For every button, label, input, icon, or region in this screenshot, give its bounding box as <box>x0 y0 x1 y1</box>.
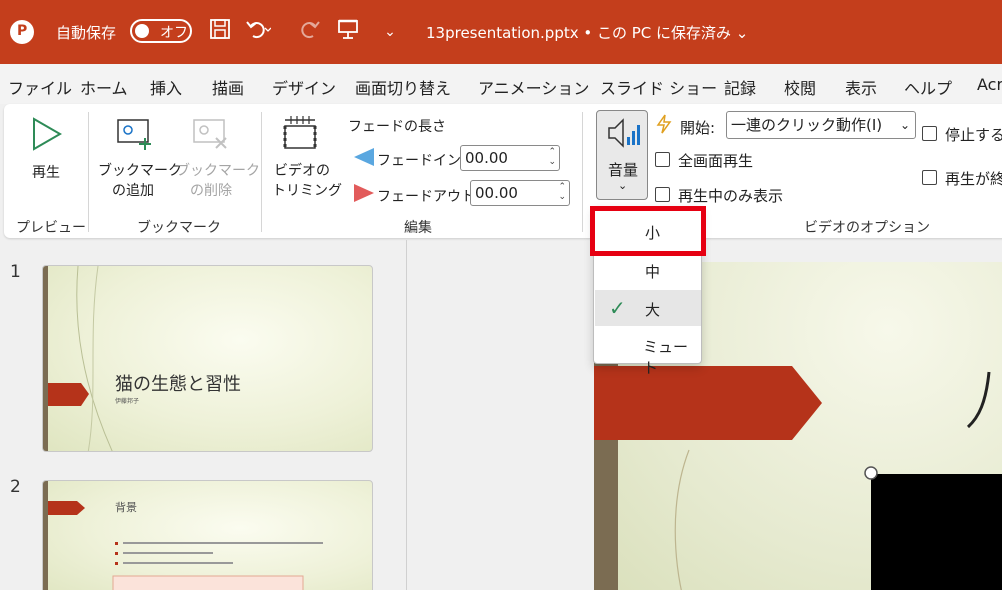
remove-bookmark-icon[interactable] <box>192 118 232 156</box>
tab-animations[interactable]: アニメーション <box>478 75 589 99</box>
fade-in-value: 00.00 <box>465 149 508 167</box>
slide-1-subtitle: 伊藤邦子 <box>115 398 140 405</box>
tab-help[interactable]: ヘルプ <box>904 75 952 99</box>
add-bookmark-label-2[interactable]: の追加 <box>112 180 154 200</box>
fullscreen-checkbox[interactable] <box>655 152 670 167</box>
group-label-video-options: ビデオのオプション <box>804 220 930 236</box>
add-bookmark-icon[interactable] <box>116 118 156 156</box>
slide-decoration <box>48 266 113 451</box>
slide-thumbnail-1[interactable]: 猫の生態と習性 伊藤邦子 <box>42 265 373 452</box>
slide-number: 2 <box>10 477 21 497</box>
volume-icon <box>607 117 641 153</box>
slide-thumbnail-2[interactable]: 背景 <box>42 480 373 590</box>
trim-video-label-1[interactable]: ビデオの <box>274 160 330 180</box>
separator <box>261 112 262 232</box>
fade-out-spinner-icon[interactable]: ⌃ ⌄ <box>558 182 566 202</box>
fade-out-icon <box>354 184 374 206</box>
start-slideshow-icon[interactable] <box>334 18 362 46</box>
save-icon[interactable] <box>206 18 234 46</box>
tab-home[interactable]: ホーム <box>80 75 128 99</box>
option-label: 中 <box>645 263 661 281</box>
group-label-bookmark: ブックマーク <box>137 220 221 236</box>
hide-not-playing-label: 再生中のみ表示 <box>678 187 784 205</box>
add-bookmark-label-1[interactable]: ブックマーク <box>98 160 182 180</box>
chevron-down-icon: ⌄ <box>899 118 910 132</box>
title-bar: 自動保存 オフ ⌄ 13presentation.pptx • この PC に保… <box>0 0 1002 64</box>
redo-icon[interactable] <box>296 18 324 46</box>
start-select-value: 一連のクリック動作(I) <box>731 116 883 134</box>
checkmark-icon: ✓ <box>609 296 626 320</box>
separator <box>582 112 583 232</box>
start-select[interactable]: 一連のクリック動作(I) ⌄ <box>726 111 916 139</box>
stop-label: 停止する <box>945 126 1002 144</box>
document-title[interactable]: 13presentation.pptx • この PC に保存済み ⌄ <box>426 22 748 43</box>
highlight-annotation-box <box>590 206 706 256</box>
slide-decoration <box>48 501 323 590</box>
powerpoint-logo-icon <box>10 20 34 44</box>
hide-not-playing-checkbox[interactable] <box>655 187 670 202</box>
chevron-down-icon: ⌄ <box>618 179 628 192</box>
trim-video-icon[interactable] <box>282 112 318 156</box>
remove-bookmark-label-1[interactable]: ブックマーク <box>176 160 260 180</box>
toggle-text: オフ <box>160 25 188 41</box>
group-label-preview: プレビュー <box>16 220 86 236</box>
ribbon-tabs: ファイル ホーム 挿入 描画 デザイン 画面切り替え アニメーション スライド … <box>0 64 1002 104</box>
tab-design[interactable]: デザイン <box>272 75 336 99</box>
lightning-icon <box>655 114 673 138</box>
stop-checkbox[interactable] <box>922 126 937 141</box>
fade-duration-title: フェードの長さ <box>348 119 446 135</box>
fade-in-icon <box>354 148 374 170</box>
fade-in-spinner-icon[interactable]: ⌃ ⌄ <box>548 147 556 167</box>
autosave-label: 自動保存 <box>56 24 117 42</box>
trim-video-label-2[interactable]: トリミング <box>272 180 342 200</box>
fade-out-label: フェードアウト: <box>377 189 480 205</box>
fade-in-label: フェードイン: <box>377 153 466 169</box>
toggle-knob <box>135 24 149 38</box>
slide-number: 1 <box>10 262 21 282</box>
separator <box>88 112 89 232</box>
volume-mute-option[interactable]: ミュート <box>595 327 701 377</box>
tab-view[interactable]: 表示 <box>845 75 877 99</box>
tab-slideshow[interactable]: スライド ショー <box>600 75 717 99</box>
start-label: 開始: <box>680 119 716 137</box>
fade-out-value: 00.00 <box>475 184 518 202</box>
slide-1-title: 猫の生態と習性 <box>115 374 241 395</box>
volume-label: 音量 <box>608 161 639 179</box>
autosave-toggle[interactable]: オフ <box>130 19 192 43</box>
volume-button[interactable]: 音量 ⌄ <box>596 110 648 200</box>
play-button-label[interactable]: 再生 <box>32 162 60 182</box>
group-label-edit: 編集 <box>404 220 432 236</box>
tab-insert[interactable]: 挿入 <box>150 75 182 99</box>
customize-toolbar-icon[interactable]: ⌄ <box>376 18 404 46</box>
tab-record[interactable]: 記録 <box>724 75 756 99</box>
remove-bookmark-label-2[interactable]: の削除 <box>190 180 232 200</box>
loop-checkbox[interactable] <box>922 170 937 185</box>
tab-acrobat[interactable]: Acr <box>977 75 1002 94</box>
play-icon[interactable] <box>30 116 64 156</box>
option-label: 大 <box>645 301 661 319</box>
volume-medium-option[interactable]: 中 <box>595 252 701 288</box>
ribbon-panel: 再生 プレビュー ブックマーク の追加 ブックマーク の削除 ブックマーク ビデ… <box>4 104 1002 238</box>
loop-label: 再生が終 <box>945 170 1002 188</box>
pane-divider <box>406 240 407 590</box>
tab-draw[interactable]: 描画 <box>212 75 244 99</box>
tab-transitions[interactable]: 画面切り替え <box>355 75 451 99</box>
tab-review[interactable]: 校閲 <box>784 75 816 99</box>
fade-in-field[interactable]: 00.00 ⌃ ⌄ <box>460 145 560 171</box>
option-label: ミュート <box>643 338 689 377</box>
slide-2-title: 背景 <box>115 501 137 514</box>
fade-out-field[interactable]: 00.00 ⌃ ⌄ <box>470 180 570 206</box>
fullscreen-label: 全画面再生 <box>678 152 754 170</box>
volume-high-option[interactable]: ✓ 大 <box>595 290 701 326</box>
tab-file[interactable]: ファイル <box>8 75 72 99</box>
undo-icon[interactable] <box>244 18 272 46</box>
